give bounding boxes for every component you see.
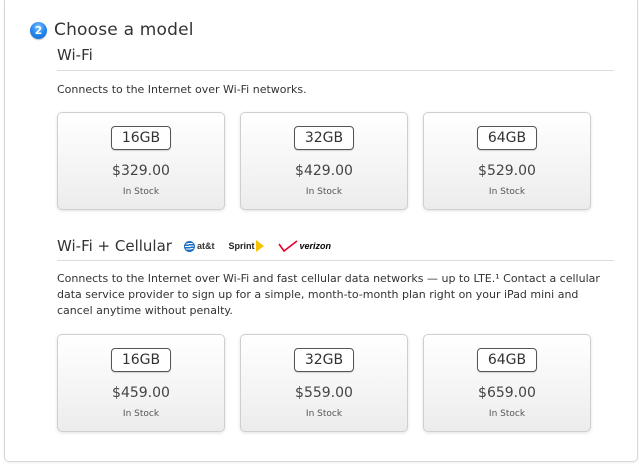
step-title: Choose a model — [54, 20, 194, 40]
carrier-logos: at&t Sprint verizon — [183, 236, 345, 256]
wifi-model-card-64gb[interactable]: 64GB $529.00 In Stock — [423, 112, 591, 210]
price-label: $329.00 — [112, 163, 170, 179]
capacity-label: 32GB — [294, 348, 354, 372]
wifi-description: Connects to the Internet over Wi-Fi netw… — [57, 83, 307, 96]
verizon-logo-text: verizon — [299, 241, 331, 251]
price-label: $529.00 — [478, 163, 536, 179]
availability-label: In Stock — [122, 187, 160, 197]
capacity-label: 64GB — [477, 348, 537, 372]
cellular-model-card-64gb[interactable]: 64GB $659.00 In Stock — [423, 334, 591, 432]
availability-label: In Stock — [122, 409, 160, 419]
price-label: $429.00 — [295, 163, 353, 179]
verizon-check-icon — [278, 240, 298, 253]
verizon-logo: verizon — [278, 240, 331, 253]
price-label: $459.00 — [112, 385, 170, 401]
att-globe-icon — [183, 240, 195, 252]
availability-label: In Stock — [488, 187, 526, 197]
cellular-description: Connects to the Internet over Wi-Fi and … — [57, 272, 600, 317]
cellular-model-card-32gb[interactable]: 32GB $559.00 In Stock — [240, 334, 408, 432]
capacity-label: 64GB — [477, 126, 537, 150]
cellular-divider — [57, 260, 614, 261]
wifi-model-cards: 16GB $329.00 In Stock 32GB $429.00 In St… — [57, 112, 607, 210]
cellular-section-title: Wi-Fi + Cellular at&t Sprint verizon — [57, 236, 345, 256]
availability-label: In Stock — [305, 187, 343, 197]
step-header: 2 Choose a model — [30, 18, 194, 42]
step-number-badge: 2 — [30, 21, 47, 39]
model-selection-panel: 2 Choose a model Wi-Fi Connects to the I… — [4, 0, 638, 462]
att-logo: at&t — [183, 240, 215, 252]
cellular-section-title-text: Wi-Fi + Cellular — [57, 237, 172, 255]
wifi-model-card-16gb[interactable]: 16GB $329.00 In Stock — [57, 112, 225, 210]
availability-label: In Stock — [488, 409, 526, 419]
sprint-wing-icon — [256, 240, 265, 252]
att-logo-text: at&t — [196, 241, 215, 251]
cellular-model-cards: 16GB $459.00 In Stock 32GB $559.00 In St… — [57, 334, 607, 432]
cellular-model-card-16gb[interactable]: 16GB $459.00 In Stock — [57, 334, 225, 432]
capacity-label: 32GB — [294, 126, 354, 150]
wifi-model-card-32gb[interactable]: 32GB $429.00 In Stock — [240, 112, 408, 210]
price-label: $559.00 — [295, 385, 353, 401]
wifi-section-title-text: Wi-Fi — [57, 46, 93, 64]
capacity-label: 16GB — [111, 126, 171, 150]
sprint-logo-text: Sprint — [228, 241, 255, 251]
wifi-section-title: Wi-Fi — [57, 46, 93, 64]
wifi-divider — [57, 70, 614, 71]
price-label: $659.00 — [478, 385, 536, 401]
availability-label: In Stock — [305, 409, 343, 419]
sprint-logo: Sprint — [228, 240, 265, 252]
capacity-label: 16GB — [111, 348, 171, 372]
